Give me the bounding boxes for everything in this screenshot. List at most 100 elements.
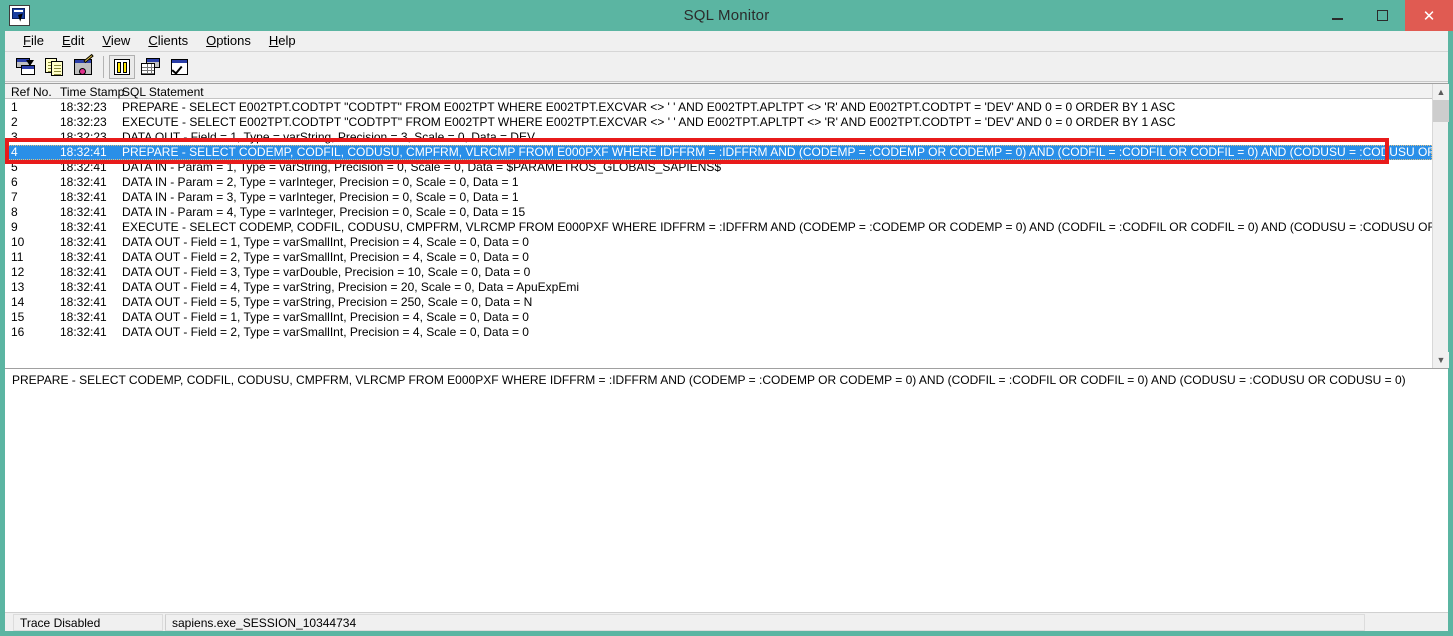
row-time-stamp: 18:32:41 — [60, 175, 107, 189]
row-time-stamp: 18:32:41 — [60, 250, 107, 264]
row-time-stamp: 18:32:41 — [60, 295, 107, 309]
row-sql-statement: DATA OUT - Field = 4, Type = varString, … — [122, 280, 579, 294]
row-time-stamp: 18:32:41 — [60, 235, 107, 249]
row-time-stamp: 18:32:41 — [60, 310, 107, 324]
window-title: SQL Monitor — [683, 7, 770, 24]
toolbar — [5, 53, 1448, 82]
row-time-stamp: 18:32:41 — [60, 205, 107, 219]
row-time-stamp: 18:32:41 — [60, 325, 107, 339]
row-sql-statement: DATA OUT - Field = 2, Type = varSmallInt… — [122, 325, 529, 339]
title-bar: SQL Monitor ✕ — [0, 0, 1453, 31]
menu-file[interactable]: File — [14, 32, 53, 50]
row-sql-statement: DATA IN - Param = 1, Type = varString, P… — [122, 160, 722, 174]
scroll-thumb[interactable] — [1433, 100, 1449, 122]
pause-glyph — [112, 58, 132, 76]
row-ref-no: 10 — [11, 235, 25, 249]
menu-view[interactable]: View — [93, 32, 139, 50]
row-sql-statement: PREPARE - SELECT E002TPT.CODTPT "CODTPT"… — [122, 100, 1176, 114]
copy-icon[interactable] — [42, 55, 68, 79]
list-rows: 1 18:32:23 PREPARE - SELECT E002TPT.CODTPT… — [5, 100, 1432, 368]
scroll-up-arrow-icon[interactable]: ▲ — [1433, 84, 1449, 100]
row-ref-no: 8 — [11, 205, 18, 219]
column-header-sql-statement[interactable]: SQL Statement — [122, 85, 204, 99]
row-sql-statement: EXECUTE - SELECT E002TPT.CODTPT "CODTPT"… — [122, 115, 1176, 129]
column-header-ref-no[interactable]: Ref No. — [11, 85, 52, 99]
row-sql-statement: DATA OUT - Field = 5, Type = varString, … — [122, 295, 533, 309]
table-row[interactable]: 13 18:32:41 DATA OUT - Field = 4, Type = v… — [5, 280, 1432, 295]
save-to-file-glyph — [16, 58, 36, 76]
row-time-stamp: 18:32:41 — [60, 190, 107, 204]
status-session: sapiens.exe_SESSION_10344734 — [165, 614, 1365, 631]
row-sql-statement: EXECUTE - SELECT CODEMP, CODFIL, CODUSU,… — [122, 220, 1432, 234]
row-sql-statement: DATA OUT - Field = 2, Type = varSmallInt… — [122, 250, 529, 264]
row-time-stamp: 18:32:23 — [60, 130, 107, 144]
pause-trace-icon[interactable] — [109, 55, 135, 79]
sql-monitor-window: SQL Monitor ✕ File Edit View Clients Opt… — [0, 0, 1453, 636]
row-ref-no: 12 — [11, 265, 25, 279]
scroll-down-arrow-icon[interactable]: ▼ — [1433, 352, 1449, 368]
status-bar: Trace Disabled sapiens.exe_SESSION_10344… — [5, 612, 1448, 631]
save-to-file-icon[interactable] — [13, 55, 39, 79]
clear-log-glyph — [74, 53, 94, 76]
table-row[interactable]: 7 18:32:41 DATA IN - Param = 3, Type = var… — [5, 190, 1432, 205]
list-vertical-scrollbar[interactable]: ▲ ▼ — [1432, 84, 1449, 368]
table-row[interactable]: 12 18:32:41 DATA OUT - Field = 3, Type = v… — [5, 265, 1432, 280]
table-row[interactable]: 14 18:32:41 DATA OUT - Field = 5, Type = v… — [5, 295, 1432, 310]
row-ref-no: 6 — [11, 175, 18, 189]
clear-log-icon[interactable] — [71, 53, 97, 79]
list-header: Ref No. Time Stamp SQL Statement — [5, 84, 1448, 99]
row-sql-statement: DATA IN - Param = 4, Type = varInteger, … — [122, 205, 526, 219]
table-row[interactable]: 8 18:32:41 DATA IN - Param = 4, Type = var… — [5, 205, 1432, 220]
row-sql-statement: DATA OUT - Field = 1, Type = varString, … — [122, 130, 535, 144]
table-row[interactable]: 10 18:32:41 DATA OUT - Field = 1, Type = v… — [5, 235, 1432, 250]
table-row[interactable]: 6 18:32:41 DATA IN - Param = 2, Type = var… — [5, 175, 1432, 190]
row-sql-statement: DATA OUT - Field = 1, Type = varSmallInt… — [122, 235, 529, 249]
table-row[interactable]: 1 18:32:23 PREPARE - SELECT E002TPT.CODTPT… — [5, 100, 1432, 115]
row-time-stamp: 18:32:23 — [60, 115, 107, 129]
row-ref-no: 1 — [11, 100, 18, 114]
maximize-button[interactable] — [1360, 0, 1405, 31]
column-header-time-stamp[interactable]: Time Stamp — [60, 85, 124, 99]
close-button[interactable]: ✕ — [1405, 0, 1453, 31]
table-row[interactable]: 4 18:32:41 PREPARE - SELECT CODEMP, CODFIL… — [5, 145, 1432, 160]
statement-detail-text: PREPARE - SELECT CODEMP, CODFIL, CODUSU,… — [12, 373, 1406, 387]
menu-clients[interactable]: Clients — [139, 32, 197, 50]
row-time-stamp: 18:32:41 — [60, 145, 107, 159]
table-row[interactable]: 15 18:32:41 DATA OUT - Field = 1, Type = v… — [5, 310, 1432, 325]
row-ref-no: 3 — [11, 130, 18, 144]
row-ref-no: 11 — [11, 250, 24, 264]
copy-glyph — [45, 58, 65, 76]
table-row[interactable]: 2 18:32:23 EXECUTE - SELECT E002TPT.CODTPT… — [5, 115, 1432, 130]
menu-options[interactable]: Options — [197, 32, 260, 50]
row-ref-no: 7 — [11, 190, 18, 204]
menu-help[interactable]: Help — [260, 32, 305, 50]
row-sql-statement: DATA IN - Param = 2, Type = varInteger, … — [122, 175, 519, 189]
row-time-stamp: 18:32:41 — [60, 220, 107, 234]
table-row[interactable]: 5 18:32:41 DATA IN - Param = 1, Type = var… — [5, 160, 1432, 175]
sql-statement-list[interactable]: Ref No. Time Stamp SQL Statement 1 18:32:… — [5, 83, 1449, 368]
table-row[interactable]: 3 18:32:23 DATA OUT - Field = 1, Type = va… — [5, 130, 1432, 145]
row-sql-statement: DATA OUT - Field = 1, Type = varSmallInt… — [122, 310, 529, 324]
row-time-stamp: 18:32:23 — [60, 100, 107, 114]
row-sql-statement: PREPARE - SELECT CODEMP, CODFIL, CODUSU,… — [122, 145, 1432, 159]
status-trace-state: Trace Disabled — [13, 614, 163, 631]
row-ref-no: 2 — [11, 115, 18, 129]
minimize-button[interactable] — [1315, 0, 1360, 31]
statement-detail-pane[interactable]: PREPARE - SELECT CODEMP, CODFIL, CODUSU,… — [5, 368, 1448, 613]
table-row[interactable]: 16 18:32:41 DATA OUT - Field = 2, Type = v… — [5, 325, 1432, 340]
row-ref-no: 9 — [11, 220, 18, 234]
table-row[interactable]: 11 18:32:41 DATA OUT - Field = 2, Type = v… — [5, 250, 1432, 265]
window-list-icon[interactable] — [138, 55, 164, 79]
row-sql-statement: DATA OUT - Field = 3, Type = varDouble, … — [122, 265, 531, 279]
row-sql-statement: DATA IN - Param = 3, Type = varInteger, … — [122, 190, 519, 204]
row-ref-no: 16 — [11, 325, 25, 339]
menu-edit[interactable]: Edit — [53, 32, 93, 50]
table-row[interactable]: 9 18:32:41 EXECUTE - SELECT CODEMP, CODFIL… — [5, 220, 1432, 235]
row-time-stamp: 18:32:41 — [60, 160, 107, 174]
row-time-stamp: 18:32:41 — [60, 280, 107, 294]
menu-bar: File Edit View Clients Options Help — [5, 31, 1448, 52]
options-check-icon[interactable] — [167, 55, 193, 79]
row-ref-no: 4 — [11, 145, 18, 159]
row-ref-no: 5 — [11, 160, 18, 174]
toolbar-separator — [103, 56, 104, 78]
